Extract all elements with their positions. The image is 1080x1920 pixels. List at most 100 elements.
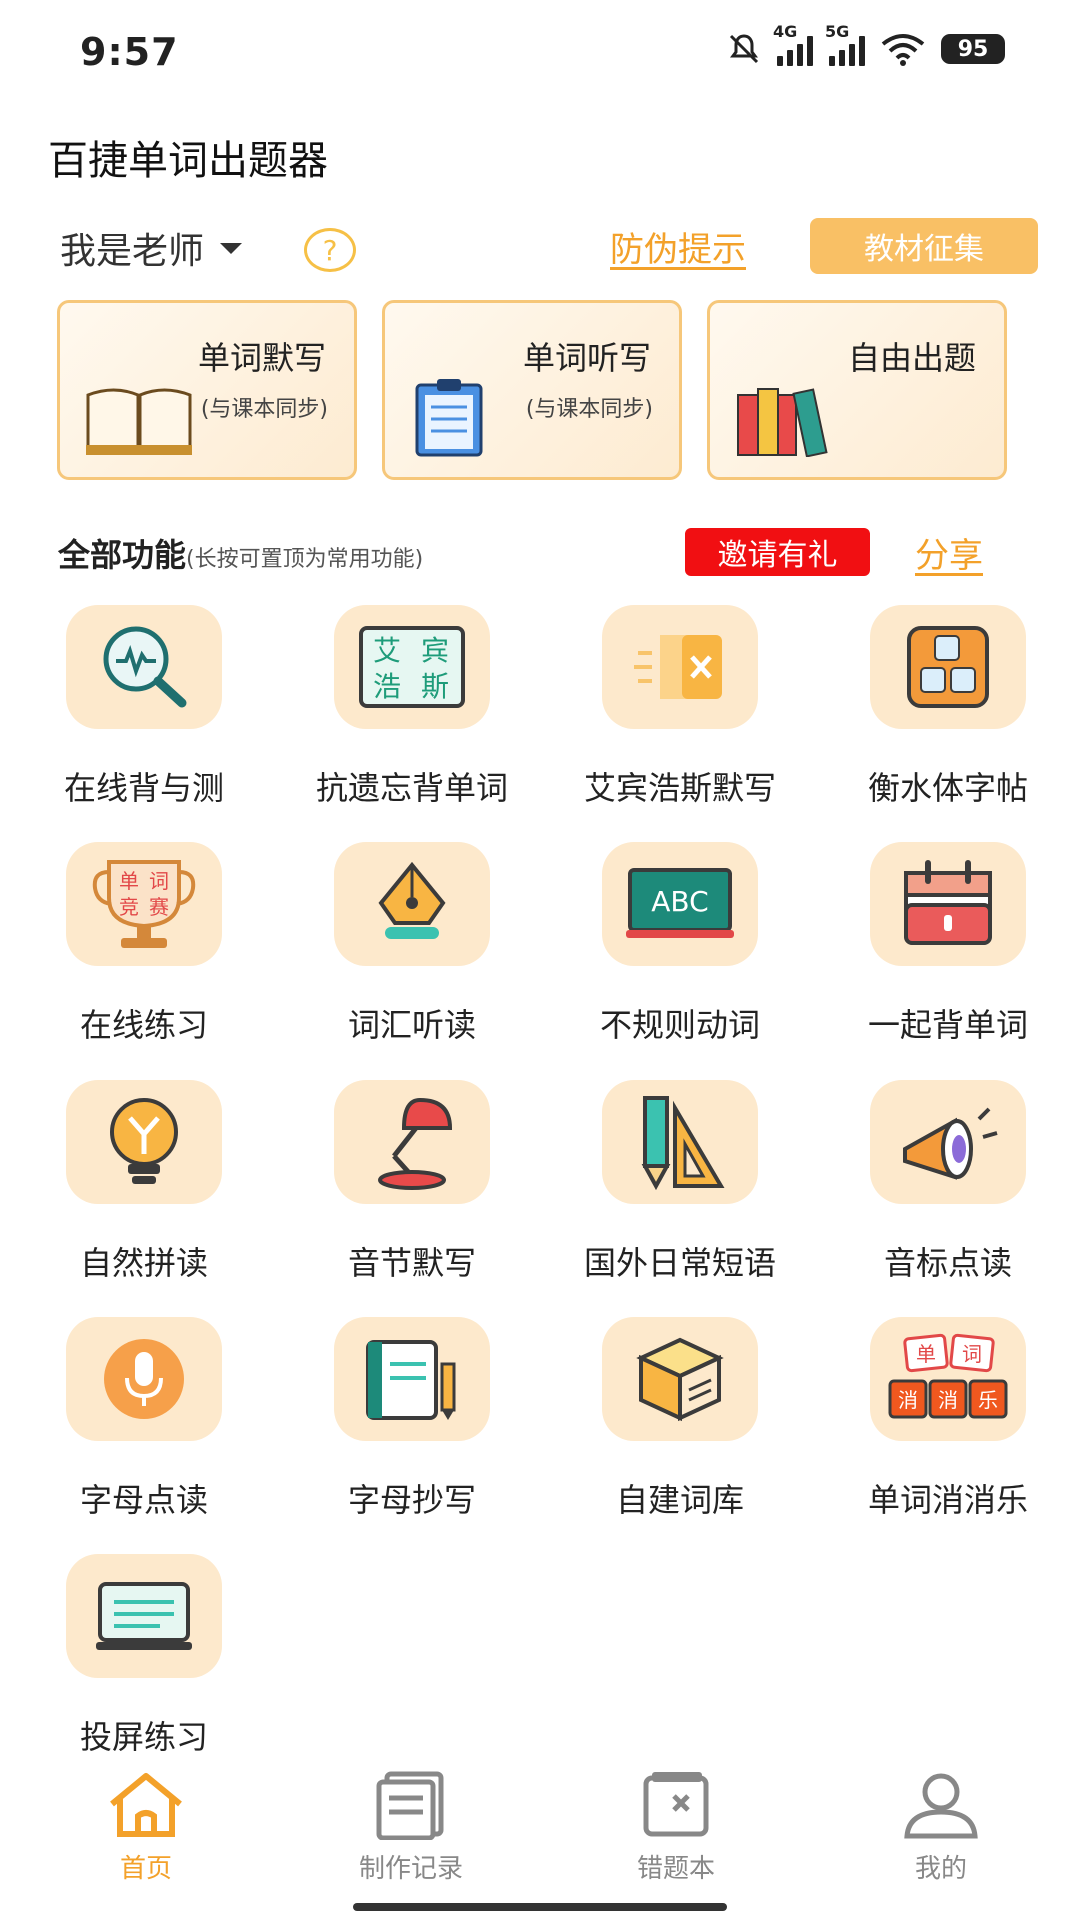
ebbinghaus-char: 浩 <box>373 670 401 703</box>
screen-icon <box>96 1582 192 1650</box>
feature-item[interactable]: 字母抄写 <box>278 1317 546 1521</box>
feature-label: 单词消消乐 <box>867 1481 1028 1519</box>
help-icon[interactable]: ? <box>304 228 356 272</box>
feature-label: 艾宾浩斯默写 <box>583 769 776 807</box>
feature-item[interactable]: 国外日常短语 <box>546 1080 814 1284</box>
section-hint: (长按可置顶为常用功能) <box>186 547 424 572</box>
tile-char: 消 <box>898 1388 918 1412</box>
feature-item[interactable]: 字母点读 <box>10 1317 278 1521</box>
anti-fake-link[interactable]: 防伪提示 <box>610 222 746 271</box>
nav-label: 首页 <box>119 1854 172 1884</box>
trophy-char: 竞 <box>119 895 139 919</box>
feature-item[interactable]: 词汇听读 <box>278 842 546 1046</box>
signal-5g-icon: 5G <box>825 22 865 66</box>
abc-blocks-icon <box>907 626 989 708</box>
microphone-icon <box>104 1339 184 1419</box>
signal-4g-label: 4G <box>773 22 798 41</box>
nav-label: 错题本 <box>636 1854 715 1884</box>
feature-item[interactable]: 音标点读 <box>814 1080 1080 1284</box>
tile-char: 单 <box>916 1342 936 1366</box>
feature-item[interactable]: 自建词库 <box>546 1317 814 1521</box>
feature-item[interactable]: 艾 宾 浩 斯 抗遗忘背单词 <box>278 605 546 809</box>
cube-icon <box>636 1337 724 1422</box>
wifi-icon <box>881 34 925 66</box>
card-title: 单词默写 <box>197 339 326 377</box>
feature-item[interactable]: 一起背单词 <box>814 842 1080 1046</box>
feature-label: 一起背单词 <box>867 1006 1028 1044</box>
chalkboard-icon: ABC <box>626 868 734 938</box>
feature-label: 投屏练习 <box>79 1718 208 1756</box>
gesture-home-bar[interactable] <box>353 1903 727 1911</box>
card-subtitle: (与课本同步) <box>200 397 328 422</box>
card-word-dictation-write[interactable]: 单词默写 (与课本同步) <box>57 300 357 480</box>
feature-item[interactable]: 投屏练习 <box>10 1554 278 1758</box>
calendar-icon <box>904 860 992 945</box>
status-bar: 9:57 4G 5G 95 <box>0 0 1080 100</box>
mute-icon <box>729 34 759 64</box>
feature-item[interactable]: 衡水体字帖 <box>814 605 1080 809</box>
feature-item[interactable]: 音节默写 <box>278 1080 546 1284</box>
invite-button[interactable]: 邀请有礼 <box>685 528 870 576</box>
feature-label: 音节默写 <box>347 1244 476 1282</box>
chevron-down-icon <box>220 242 243 254</box>
magnifier-icon <box>103 626 187 708</box>
nav-label: 我的 <box>914 1854 967 1884</box>
status-time: 9:57 <box>80 30 179 74</box>
feature-item[interactable]: 在线背与测 <box>10 605 278 809</box>
feature-item[interactable]: 艾宾浩斯默写 <box>546 605 814 809</box>
section-title-text: 全部功能 <box>58 536 187 574</box>
feature-label: 自建词库 <box>615 1481 744 1519</box>
tile-char: 消 <box>938 1388 958 1412</box>
profile-icon <box>904 1773 978 1839</box>
ebbinghaus-char: 宾 <box>421 634 449 667</box>
word-tiles-icon: 单 词 消 消 乐 <box>888 1333 1008 1419</box>
nav-wrong-book[interactable]: 错题本 <box>576 1770 776 1885</box>
feature-label: 自然拼读 <box>79 1244 208 1282</box>
bottom-navigation: 首页 制作记录 错题本 我的 <box>0 1760 1080 1884</box>
feature-label: 衡水体字帖 <box>867 769 1028 807</box>
lightbulb-icon <box>110 1098 178 1184</box>
pen-nib-icon <box>378 861 446 939</box>
nav-records[interactable]: 制作记录 <box>311 1770 511 1885</box>
signal-4g-icon: 4G <box>773 22 813 66</box>
card-title: 单词听写 <box>522 339 651 377</box>
desk-lamp-icon <box>378 1097 453 1190</box>
feature-label: 不规则动词 <box>599 1006 760 1044</box>
chalkboard-text: ABC <box>651 885 708 918</box>
open-book-icon <box>86 388 192 455</box>
app-title: 百捷单词出题器 <box>48 138 328 184</box>
feature-item[interactable]: 单 词 消 消 乐 单词消消乐 <box>814 1317 1080 1521</box>
tile-char: 词 <box>962 1342 982 1366</box>
card-word-dictation-listen[interactable]: 单词听写 (与课本同步) <box>382 300 682 480</box>
textbook-collect-button[interactable]: 教材征集 <box>810 218 1038 274</box>
role-label: 我是老师 <box>60 231 205 272</box>
books-icon <box>737 388 828 457</box>
feature-item[interactable]: 单 词 竞 赛 在线练习 <box>10 842 278 1046</box>
clipboard-icon <box>415 379 483 457</box>
feature-label: 字母抄写 <box>347 1481 476 1519</box>
feature-label: 字母点读 <box>79 1481 208 1519</box>
nav-home[interactable]: 首页 <box>46 1770 246 1885</box>
share-link[interactable]: 分享 <box>915 528 983 577</box>
ebbinghaus-char: 斯 <box>421 670 449 703</box>
feature-item[interactable]: 自然拼读 <box>10 1080 278 1284</box>
notebook-pencil-icon <box>366 1340 456 1420</box>
feature-label: 在线练习 <box>79 1006 208 1044</box>
feature-label: 国外日常短语 <box>583 1244 776 1282</box>
card-free-questions[interactable]: 自由出题 <box>707 300 1007 480</box>
feature-label: 音标点读 <box>883 1244 1012 1282</box>
ruler-pencil-icon <box>641 1096 725 1190</box>
feature-label: 抗遗忘背单词 <box>315 769 508 807</box>
card-title: 自由出题 <box>847 339 976 377</box>
x-card-icon <box>634 635 722 699</box>
wrong-book-icon <box>643 1772 709 1837</box>
nav-profile[interactable]: 我的 <box>841 1770 1041 1885</box>
role-selector[interactable]: 我是老师 <box>60 222 243 274</box>
home-icon <box>110 1773 182 1837</box>
ebbinghaus-icon: 艾 宾 浩 斯 <box>359 626 465 708</box>
feature-label: 词汇听读 <box>347 1006 476 1044</box>
section-title: 全部功能(长按可置顶为常用功能) <box>58 530 423 576</box>
feature-label: 在线背与测 <box>63 769 224 807</box>
feature-item[interactable]: ABC 不规则动词 <box>546 842 814 1046</box>
trophy-char: 单 <box>119 869 139 893</box>
